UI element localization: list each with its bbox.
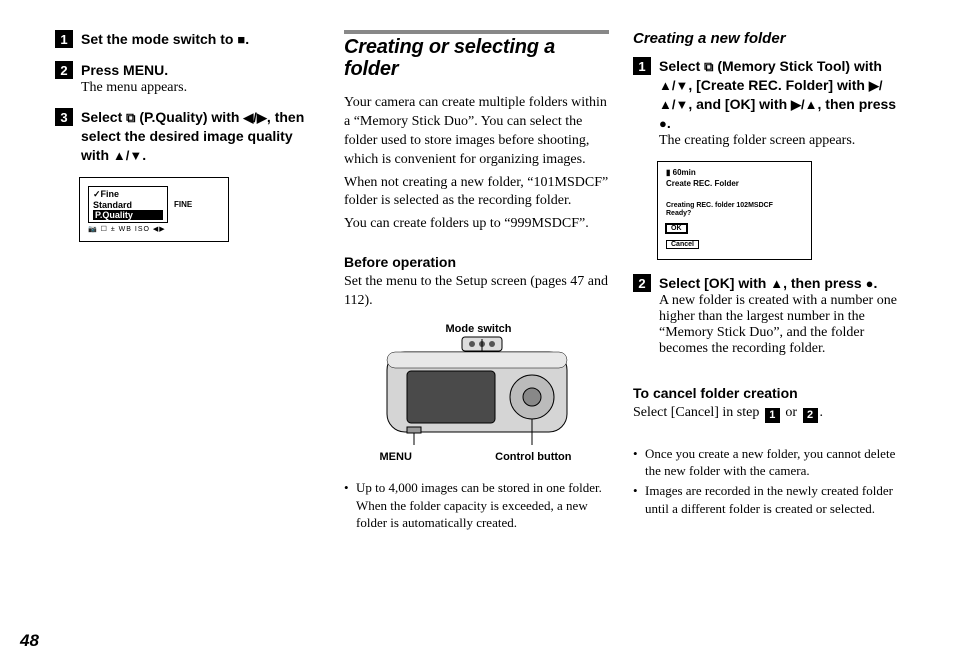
- text: Select: [659, 58, 704, 74]
- arrows-ud-icon: ▲/▼: [113, 148, 142, 163]
- menu-label: MENU: [380, 451, 412, 463]
- step-head: Select ⧉ (Memory Stick Tool) with ▲/▼, […: [659, 58, 896, 131]
- bullet-item: Images are recorded in the newly created…: [633, 482, 898, 517]
- column-1: 1 Set the mode switch to ■. 2 Press MENU…: [55, 30, 320, 534]
- step-sub: A new folder is created with a number on…: [659, 293, 898, 357]
- step-body: Select ⧉ (P.Quality) with ◀/▶, then sele…: [81, 108, 320, 165]
- text: .: [142, 147, 146, 163]
- text: , and [OK] with: [688, 96, 791, 112]
- paragraph: Select [Cancel] in step 1 or 2.: [633, 404, 898, 423]
- text: .: [667, 115, 671, 131]
- arrows-ru-icon: ▶/▲: [791, 97, 817, 112]
- text: , then press: [783, 275, 865, 291]
- paragraph: You can create folders up to “999MSDCF”.: [344, 215, 609, 234]
- step-sub: The menu appears.: [81, 80, 320, 96]
- column-3: Creating a new folder 1 Select ⧉ (Memory…: [633, 30, 898, 534]
- text: Set the mode switch to: [81, 31, 237, 47]
- step-body: Select [OK] with ▲, then press ●. A new …: [659, 274, 898, 357]
- step-body: Press MENU. The menu appears.: [81, 61, 320, 96]
- mode-switch-label: Mode switch: [434, 323, 524, 335]
- camera-illustration: Mode switch MENU Control button: [362, 327, 592, 471]
- lcd-menu-box: ✓Fine Standard P.Quality: [88, 186, 168, 223]
- step-number-badge: 2: [633, 274, 651, 292]
- lcd-footer-icons: 📷 ☐ ± WB ISO ◀▶: [88, 225, 220, 233]
- text: , [Create REC. Folder] with: [688, 77, 868, 93]
- text: .: [245, 31, 249, 47]
- inline-step-ref: 2: [803, 408, 818, 423]
- lcd-option-selected: P.Quality: [93, 210, 163, 220]
- step-row: 1 Set the mode switch to ■.: [55, 30, 320, 49]
- bullet-item: Once you create a new folder, you cannot…: [633, 445, 898, 480]
- step-body: Set the mode switch to ■.: [81, 30, 320, 49]
- section-rule: [344, 30, 609, 34]
- section-subtitle: Creating a new folder: [633, 30, 898, 47]
- bullet-item: Up to 4,000 images can be stored in one …: [344, 479, 609, 532]
- subheading: To cancel folder creation: [633, 385, 898, 401]
- step-row: 3 Select ⧉ (P.Quality) with ◀/▶, then se…: [55, 108, 320, 165]
- step-row: 2 Select [OK] with ▲, then press ●. A ne…: [633, 274, 898, 357]
- step-head: Select [OK] with ▲, then press ●.: [659, 275, 877, 291]
- lcd-ok-button: OK: [666, 224, 687, 233]
- lcd-ready: Ready?: [666, 210, 803, 217]
- step-number-badge: 1: [55, 30, 73, 48]
- page-columns: 1 Set the mode switch to ■. 2 Press MENU…: [55, 30, 899, 534]
- text: or: [782, 405, 801, 420]
- lcd-side-label: FINE: [174, 200, 192, 209]
- step-sub: The creating folder screen appears.: [659, 133, 898, 149]
- text: Select [OK] with: [659, 275, 770, 291]
- text: Select: [81, 109, 126, 125]
- lcd-option: Standard: [93, 200, 163, 210]
- bullet-list: Up to 4,000 images can be stored in one …: [344, 479, 609, 532]
- step-body: Select ⧉ (Memory Stick Tool) with ▲/▼, […: [659, 57, 898, 149]
- step-head: Press MENU.: [81, 62, 168, 78]
- lcd-mock-quality: ✓Fine Standard P.Quality FINE 📷 ☐ ± WB I…: [79, 177, 229, 242]
- lcd-title: Create REC. Folder: [666, 179, 803, 188]
- step-row: 2 Press MENU. The menu appears.: [55, 61, 320, 96]
- step-head: Select ⧉ (P.Quality) with ◀/▶, then sele…: [81, 109, 304, 163]
- center-button-icon: ●: [659, 116, 667, 131]
- bullet-list: Once you create a new folder, you cannot…: [633, 445, 898, 517]
- paragraph: Set the menu to the Setup screen (pages …: [344, 273, 609, 311]
- step-number-badge: 2: [55, 61, 73, 79]
- lcd-mock-folder: ▮ 60min Create REC. Folder Creating REC.…: [657, 161, 812, 260]
- step-head: Set the mode switch to ■.: [81, 31, 249, 47]
- text: , then press: [818, 96, 897, 112]
- text: Select [Cancel] in step: [633, 405, 763, 420]
- lcd-cancel-button: Cancel: [666, 240, 699, 249]
- step-row: 1 Select ⧉ (Memory Stick Tool) with ▲/▼,…: [633, 57, 898, 149]
- text: .: [820, 405, 824, 420]
- battery-indicator: ▮ 60min: [666, 168, 803, 177]
- arrow-up-icon: ▲: [770, 276, 783, 291]
- inline-step-ref: 1: [765, 408, 780, 423]
- column-2: Creating or selecting a folder Your came…: [344, 30, 609, 534]
- step-number-badge: 3: [55, 108, 73, 126]
- paragraph: Your camera can create multiple folders …: [344, 94, 609, 170]
- lcd-option: ✓Fine: [93, 189, 163, 200]
- text: (Memory Stick Tool) with: [713, 58, 882, 74]
- lcd-message: Creating REC. folder 102MSDCF: [666, 202, 803, 209]
- section-title: Creating or selecting a folder: [344, 36, 609, 80]
- camera-icon: [377, 327, 577, 447]
- paragraph: When not creating a new folder, “101MSDC…: [344, 174, 609, 212]
- text: .: [873, 275, 877, 291]
- control-button-label: Control button: [495, 451, 571, 463]
- arrows-lr-icon: ◀/▶: [243, 110, 267, 125]
- step-number-badge: 1: [633, 57, 651, 75]
- page-number: 48: [20, 631, 39, 651]
- subheading: Before operation: [344, 254, 609, 270]
- arrows-ud-icon: ▲/▼: [659, 78, 688, 93]
- text: (P.Quality) with: [135, 109, 243, 125]
